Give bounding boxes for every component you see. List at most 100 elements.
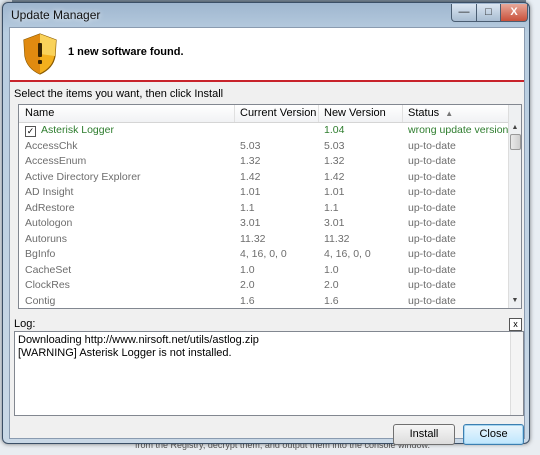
cell-current-version: 1.0	[240, 264, 255, 276]
cell-name: AdRestore	[25, 202, 75, 214]
cell-status: up-to-date	[408, 295, 456, 307]
cell-current-version-text: 1.01	[240, 186, 261, 198]
cell-current-version: 2.0	[240, 279, 255, 291]
cell-new-version-text: 1.42	[324, 170, 345, 183]
list-vertical-scrollbar[interactable]: ▲ ▼	[508, 105, 521, 308]
cell-new-version-text: 4, 16, 0, 0	[324, 248, 371, 260]
cell-name: CacheSet	[25, 264, 71, 276]
window-title: Update Manager	[11, 8, 101, 22]
table-row[interactable]: Active Directory Explorer 1.42 1.42 up-to-d…	[19, 170, 509, 186]
cell-current-version: 1.6	[240, 295, 255, 307]
cell-status: up-to-date	[408, 155, 456, 167]
column-separator[interactable]	[318, 105, 319, 122]
cell-new-version-text: 1.04	[324, 124, 345, 136]
close-button[interactable]: Close	[463, 424, 524, 445]
scrollbar-thumb[interactable]	[510, 134, 521, 150]
table-row[interactable]: AccessChk 5.03 5.03 up-to-date	[19, 139, 509, 155]
cell-name-text: AD Insight	[25, 186, 74, 198]
cell-new-version-text: 1.32	[324, 155, 345, 167]
table-row[interactable]: ClockRes 2.0 2.0 up-to-date	[19, 278, 509, 294]
cell-name-text: Autoruns	[25, 232, 68, 245]
cell-status: up-to-date	[408, 202, 456, 214]
cell-name-text: Active Directory Explorer	[25, 170, 141, 183]
cell-name: Autoruns	[25, 233, 67, 245]
cell-name-text: AccessEnum	[25, 155, 87, 167]
table-row[interactable]: Autologon 3.01 3.01 up-to-date	[19, 216, 509, 232]
log-line: Downloading http://www.nirsoft.net/utils…	[18, 334, 259, 346]
table-row[interactable]: AdRestore 1.1 1.1 up-to-date	[19, 201, 509, 217]
table-row[interactable]: AccessEnum 1.32 1.32 up-to-date	[19, 154, 509, 170]
cell-current-version: 3.01	[240, 217, 260, 229]
table-row[interactable]: Autoruns 11.32 11.32 up-to-date	[19, 232, 509, 248]
cell-current-version: 1.1	[240, 202, 255, 214]
cell-status-text: up-to-date	[408, 263, 456, 276]
table-row[interactable]: BgInfo 4, 16, 0, 0 4, 16, 0, 0 up-to-date	[19, 247, 509, 263]
cell-new-version: 5.03	[324, 140, 344, 152]
title-bar[interactable]: Update Manager — □ X	[3, 3, 529, 27]
table-row[interactable]: CacheSet 1.0 1.0 up-to-date	[19, 263, 509, 279]
cell-new-version: 4, 16, 0, 0	[324, 248, 371, 260]
cell-status-text: up-to-date	[408, 186, 456, 198]
cell-name: BgInfo	[25, 248, 55, 260]
cell-new-version: 2.0	[324, 279, 339, 291]
cell-status-text: up-to-date	[408, 155, 456, 167]
list-rows: ✓ Asterisk Logger 1.04 wrong update version…	[19, 123, 509, 309]
cell-status-text: up-to-date	[408, 170, 456, 183]
cell-new-version-text: 1.0	[324, 263, 339, 276]
cell-name: AccessEnum	[25, 155, 86, 167]
column-header-status[interactable]: Status ▲	[408, 107, 453, 119]
log-panel: Log: x Downloading http://www.nirsoft.ne…	[14, 318, 524, 416]
cell-current-version-text: 1.32	[240, 155, 261, 167]
cell-name: ClockRes	[25, 279, 70, 291]
table-row[interactable]: ✓ Asterisk Logger 1.04 wrong update version	[19, 123, 509, 139]
cell-current-version-text: 1.1	[240, 201, 255, 214]
software-list[interactable]: Name Current Version New Version Status ▲…	[18, 104, 522, 309]
column-header-status-label: Status	[408, 107, 440, 119]
header-banner: 1 new software found.	[10, 28, 524, 82]
table-row[interactable]: Contig 1.6 1.6 up-to-date	[19, 294, 509, 309]
maximize-button[interactable]: □	[476, 4, 501, 22]
cell-name: ✓ Asterisk Logger	[25, 124, 114, 137]
cell-new-version: 1.32	[324, 155, 344, 167]
row-checkbox[interactable]: ✓	[25, 126, 36, 137]
cell-status: up-to-date	[408, 217, 456, 229]
cell-status-text: up-to-date	[408, 201, 456, 214]
column-header-name[interactable]: Name	[25, 107, 54, 119]
cell-status-text: up-to-date	[408, 139, 456, 152]
column-separator[interactable]	[402, 105, 403, 122]
security-shield-icon	[23, 33, 57, 75]
cell-current-version: 4, 16, 0, 0	[240, 248, 287, 260]
column-header-new-version[interactable]: New Version	[324, 107, 386, 119]
log-close-button[interactable]: x	[509, 318, 522, 331]
log-scrollbar[interactable]	[510, 332, 523, 415]
cell-current-version-text: 1.6	[240, 294, 255, 307]
cell-new-version: 1.6	[324, 295, 339, 307]
log-output[interactable]: Downloading http://www.nirsoft.net/utils…	[14, 331, 524, 416]
cell-current-version: 11.32	[240, 233, 266, 245]
install-button[interactable]: Install	[393, 424, 455, 445]
log-label: Log:	[14, 318, 36, 330]
cell-current-version: 1.42	[240, 171, 260, 183]
cell-name-text: ClockRes	[25, 279, 70, 291]
cell-status: wrong update version	[408, 124, 508, 136]
cell-status-text: up-to-date	[408, 217, 456, 229]
cell-new-version: 1.04	[324, 124, 344, 136]
cell-status: up-to-date	[408, 171, 456, 183]
cell-current-version: 5.03	[240, 140, 260, 152]
cell-current-version-text: 1.0	[240, 263, 255, 276]
scroll-down-arrow-icon[interactable]: ▼	[509, 295, 521, 307]
cell-name-text: AdRestore	[25, 201, 75, 214]
column-separator[interactable]	[234, 105, 235, 122]
column-header-current-version[interactable]: Current Version	[240, 107, 316, 119]
cell-status: up-to-date	[408, 186, 456, 198]
cell-name-text: Contig	[25, 294, 56, 307]
table-row[interactable]: AD Insight 1.01 1.01 up-to-date	[19, 185, 509, 201]
cell-current-version-text: 1.42	[240, 170, 261, 183]
minimize-button[interactable]: —	[451, 4, 477, 22]
scroll-up-arrow-icon[interactable]: ▲	[509, 122, 521, 134]
close-window-button[interactable]: X	[500, 4, 528, 22]
cell-current-version: 1.01	[240, 186, 260, 198]
cell-status: up-to-date	[408, 279, 456, 291]
cell-new-version-text: 11.32	[324, 232, 350, 245]
cell-status-text: wrong update version	[408, 124, 509, 136]
